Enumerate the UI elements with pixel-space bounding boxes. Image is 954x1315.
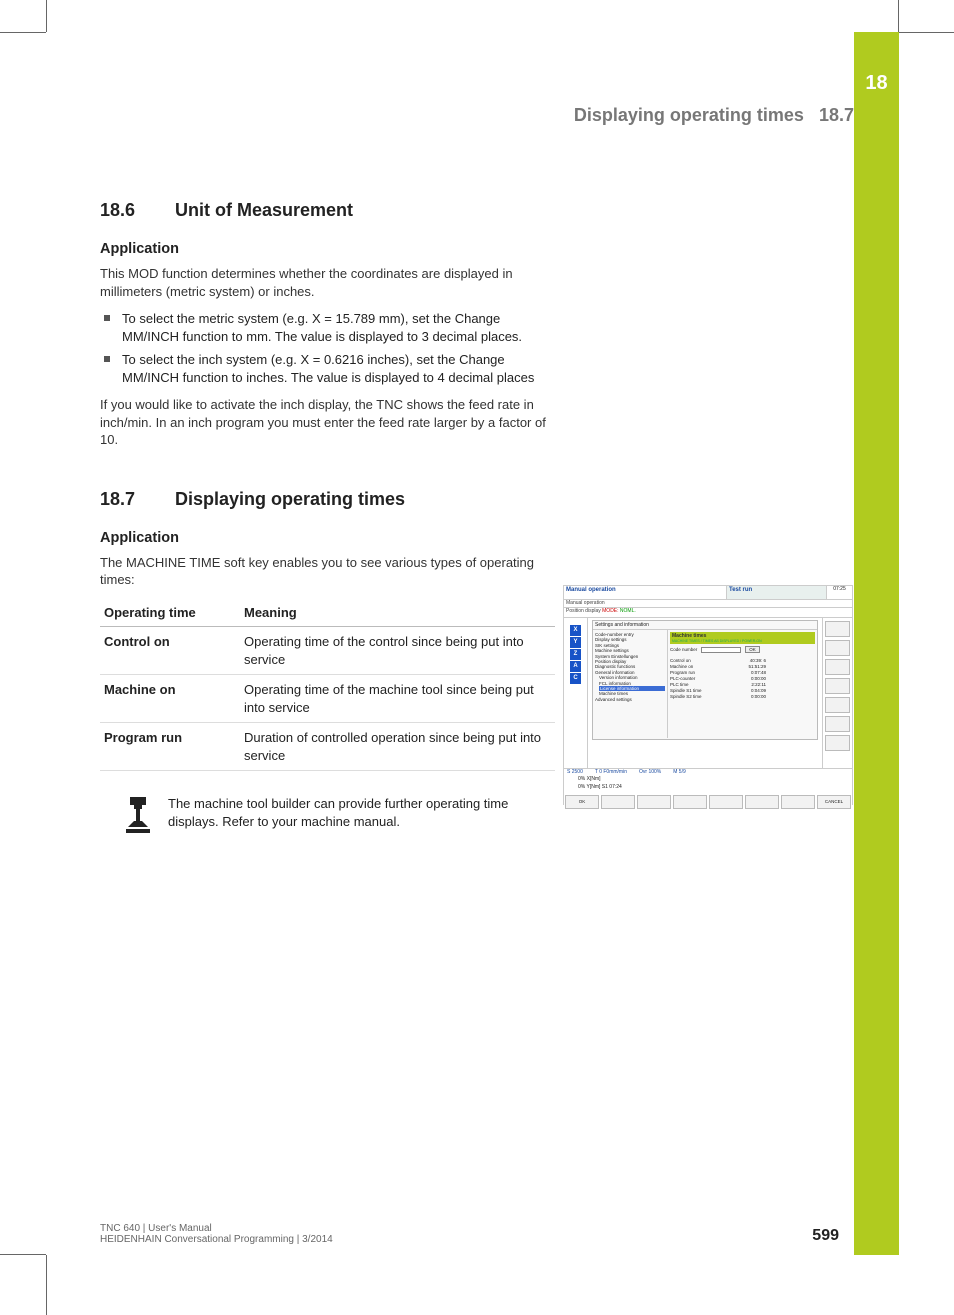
list-item: To select the metric system (e.g. X = 15… bbox=[100, 310, 555, 345]
section-heading-186: 18.6 Unit of Measurement bbox=[100, 200, 839, 221]
screenshot-dialog: Settings and information Code-number ent… bbox=[592, 620, 818, 740]
machine-manual-note: The machine tool builder can provide fur… bbox=[100, 785, 555, 845]
softkey-cancel[interactable]: CANCEL bbox=[817, 795, 851, 809]
table-key: Machine on bbox=[100, 675, 240, 723]
screenshot-axes: X Y Z A C bbox=[564, 618, 588, 768]
subheading-application-186: Application bbox=[100, 241, 555, 257]
table-val: Operating time of the control since bein… bbox=[240, 627, 555, 675]
code-label: Code number bbox=[670, 647, 697, 652]
softkey-ok[interactable]: OK bbox=[565, 795, 599, 809]
table-row: Machine on Operating time of the machine… bbox=[100, 675, 555, 723]
panel-subtitle: MACHINE TIMES / TIMES AS DISPLAYED / POW… bbox=[672, 639, 813, 643]
section-title: Displaying operating times bbox=[175, 489, 405, 509]
axis-x: X bbox=[570, 625, 581, 636]
note-text: The machine tool builder can provide fur… bbox=[168, 795, 547, 835]
tnc-screenshot: Manual operation Test run 07:25 Manual o… bbox=[563, 585, 853, 805]
running-header: Displaying operating times 18.7 bbox=[100, 105, 854, 126]
table-key: Control on bbox=[100, 627, 240, 675]
axis-a: A bbox=[570, 661, 581, 672]
screenshot-mode-left: Manual operation bbox=[564, 586, 726, 600]
table-key: Program run bbox=[100, 723, 240, 771]
bullet-list: To select the metric system (e.g. X = 15… bbox=[100, 310, 555, 386]
sidebar-button[interactable] bbox=[825, 678, 850, 694]
dialog-tree: Code-number entry Display settings SIK s… bbox=[593, 630, 668, 738]
section-heading-187: 18.7 Displaying operating times bbox=[100, 489, 839, 510]
screenshot-subtitle: Manual operation bbox=[564, 600, 852, 608]
screenshot-sidebar bbox=[822, 618, 852, 768]
screenshot-position-line: Position display MODE: NOML. bbox=[564, 608, 852, 618]
chapter-sidebar: 18 bbox=[854, 32, 899, 1255]
paragraph: This MOD function determines whether the… bbox=[100, 265, 555, 300]
page-footer: TNC 640 | User's Manual HEIDENHAIN Conve… bbox=[100, 1223, 839, 1245]
section-number: 18.6 bbox=[100, 200, 170, 221]
table-header-meaning: Meaning bbox=[240, 599, 555, 627]
subheading-application-187: Application bbox=[100, 530, 555, 546]
operating-times-table: Operating time Meaning Control on Operat… bbox=[100, 599, 555, 771]
axis-z: Z bbox=[570, 649, 581, 660]
list-item: To select the inch system (e.g. X = 0.62… bbox=[100, 351, 555, 386]
sidebar-button[interactable] bbox=[825, 640, 850, 656]
axis-y: Y bbox=[570, 637, 581, 648]
table-row: Control on Operating time of the control… bbox=[100, 627, 555, 675]
footer-line1: TNC 640 | User's Manual bbox=[100, 1223, 333, 1234]
sidebar-button[interactable] bbox=[825, 621, 850, 637]
x-load-line: 0% X[Nm] bbox=[564, 775, 852, 783]
paragraph: The MACHINE TIME soft key enables you to… bbox=[100, 554, 555, 589]
section-number: 18.7 bbox=[100, 489, 170, 510]
sidebar-button[interactable] bbox=[825, 735, 850, 751]
dialog-title: Settings and information bbox=[593, 621, 817, 630]
sidebar-button[interactable] bbox=[825, 716, 850, 732]
sidebar-button[interactable] bbox=[825, 697, 850, 713]
table-header-optime: Operating time bbox=[100, 599, 240, 627]
softkey-row: OK CANCEL bbox=[564, 795, 852, 809]
table-val: Operating time of the machine tool since… bbox=[240, 675, 555, 723]
page-number: 599 bbox=[812, 1227, 839, 1245]
y-load-line: 0% Y[Nm] S1 07:24 bbox=[564, 783, 852, 791]
section-title: Unit of Measurement bbox=[175, 200, 353, 220]
running-header-section: 18.7 bbox=[819, 105, 854, 125]
axis-c: C bbox=[570, 673, 581, 684]
table-row: Program run Duration of controlled opera… bbox=[100, 723, 555, 771]
code-input[interactable] bbox=[701, 647, 741, 653]
dialog-panel: Machine times MACHINE TIMES / TIMES AS D… bbox=[668, 630, 817, 738]
chapter-number: 18 bbox=[865, 72, 887, 94]
sidebar-button[interactable] bbox=[825, 659, 850, 675]
paragraph: If you would like to activate the inch d… bbox=[100, 396, 555, 449]
footer-line2: HEIDENHAIN Conversational Programming | … bbox=[100, 1234, 333, 1245]
ok-button[interactable]: OK bbox=[745, 646, 760, 653]
table-val: Duration of controlled operation since b… bbox=[240, 723, 555, 771]
screenshot-clock: 07:25 bbox=[826, 586, 852, 600]
running-header-title: Displaying operating times bbox=[574, 105, 804, 125]
screenshot-mode-right: Test run bbox=[726, 586, 826, 600]
machine-tool-builder-icon bbox=[120, 795, 156, 835]
